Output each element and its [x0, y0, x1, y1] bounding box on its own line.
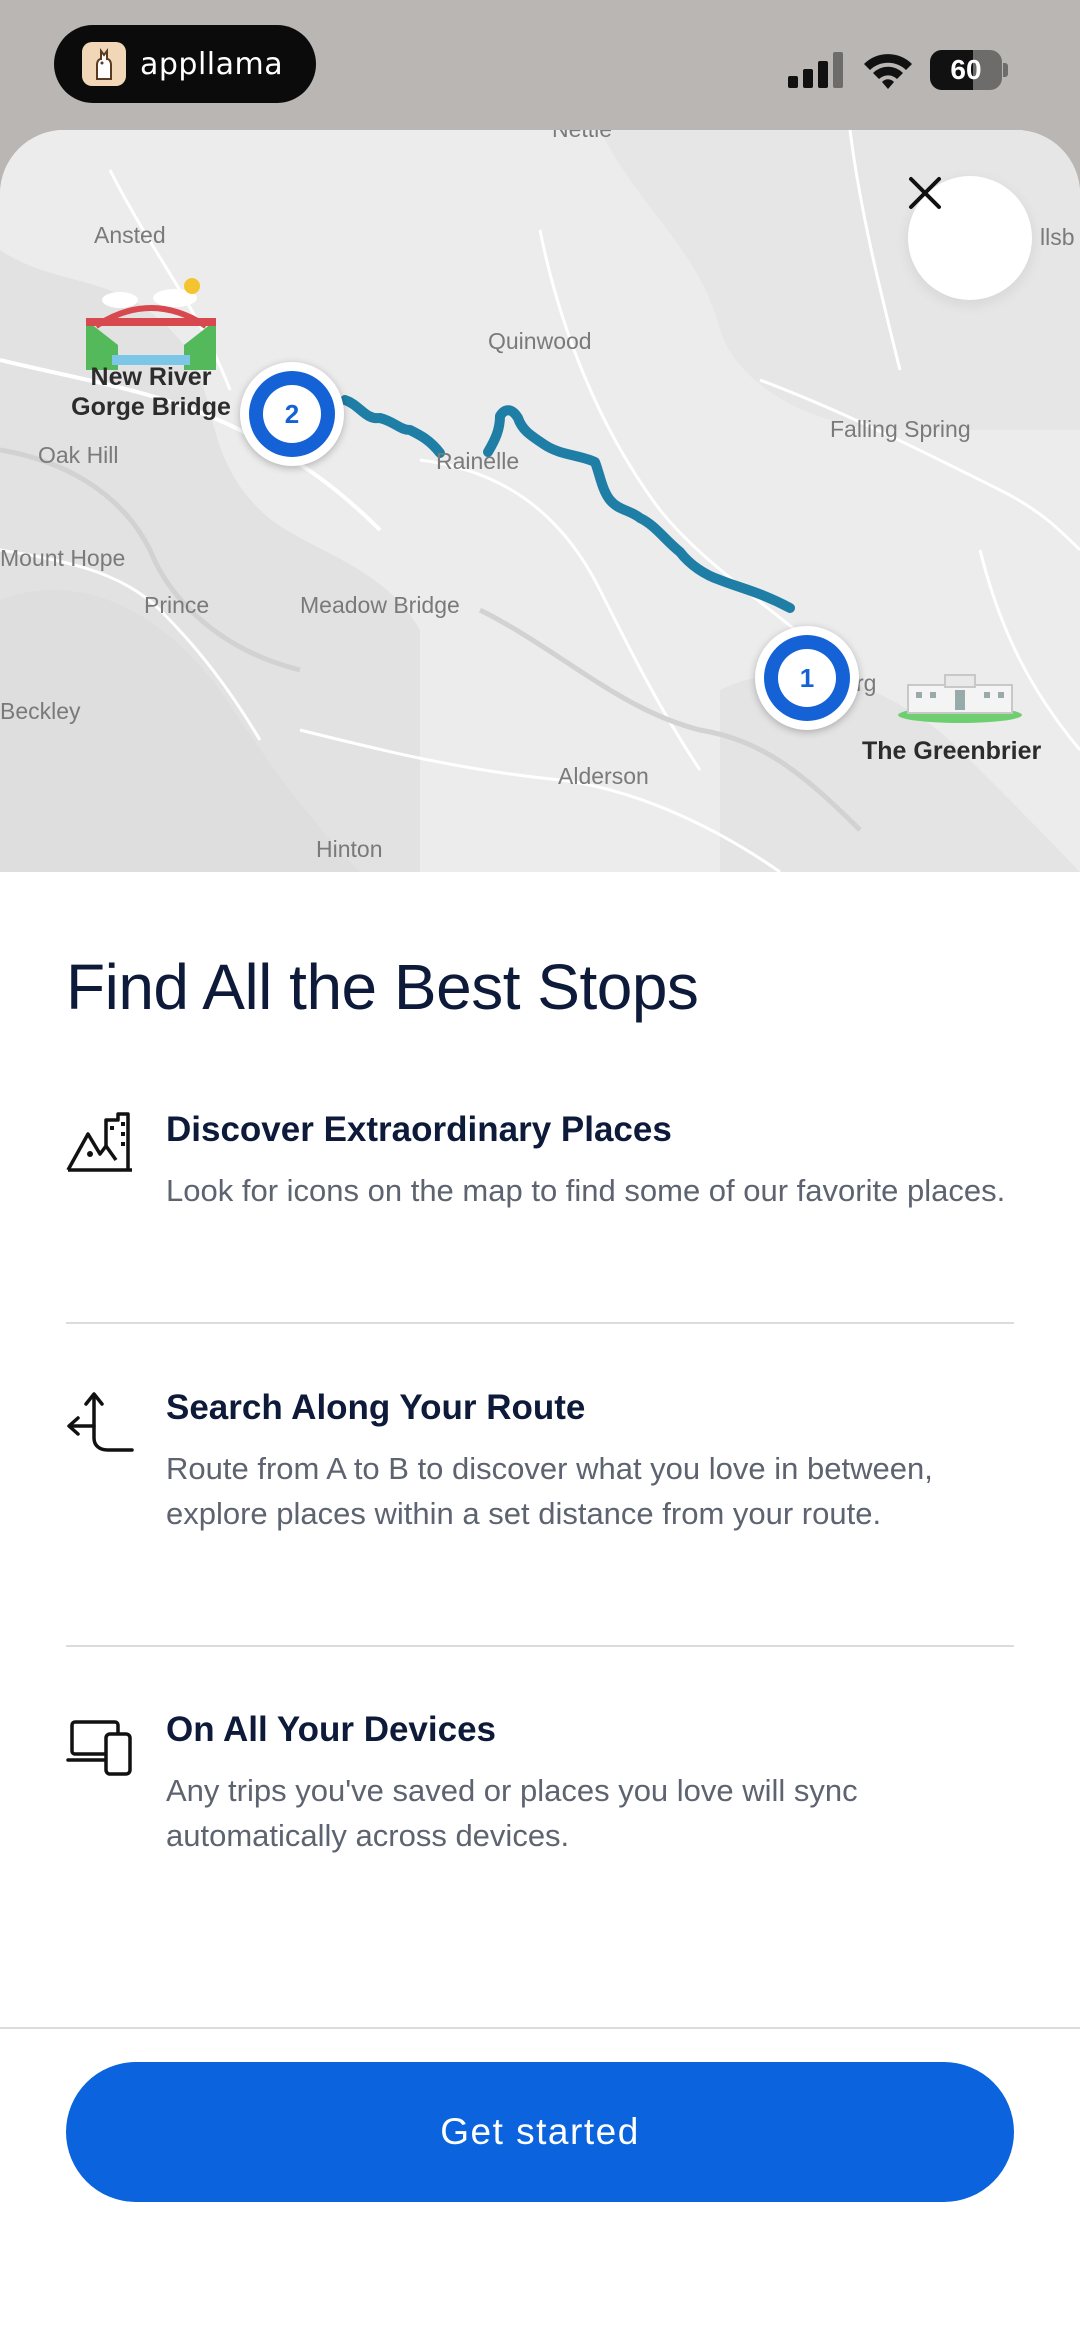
- feature-title: On All Your Devices: [166, 1710, 497, 1749]
- map-label-mount-hope: Mount Hope: [0, 545, 126, 571]
- battery-level: 60: [950, 54, 982, 85]
- onboarding-sheet: Nettie Ansted llsb Quinwood Falling Spri…: [0, 130, 1080, 2336]
- map-preview: Nettie Ansted llsb Quinwood Falling Spri…: [0, 130, 1080, 872]
- map-label-nettie: Nettie: [552, 130, 612, 143]
- map-label-lewisburg: rg: [856, 670, 877, 696]
- feature-discover-places: Discover Extraordinary Places Look for i…: [66, 1110, 1014, 1270]
- app-pill-name: appllama: [140, 46, 284, 82]
- feature-all-devices: On All Your Devices Any trips you've sav…: [66, 1710, 1014, 1870]
- devices-icon: [66, 1720, 132, 1776]
- map-label-ansted: Ansted: [94, 222, 166, 248]
- app-pill: appllama: [54, 25, 316, 103]
- poi-new-river-line1: New River: [90, 363, 212, 391]
- feature-description: Look for icons on the map to find some o…: [166, 1173, 1006, 1208]
- map-label-oak-hill: Oak Hill: [38, 442, 119, 468]
- route-stop-pin-1[interactable]: 1: [755, 626, 859, 730]
- page-title: Find All the Best Stops: [66, 951, 699, 1023]
- get-started-button[interactable]: Get started: [66, 2062, 1014, 2202]
- map-label-falling-spring: Falling Spring: [830, 416, 971, 442]
- feature-description: Route from A to B to discover what you l…: [166, 1451, 933, 1531]
- route-stop-pin-2[interactable]: 2: [240, 362, 344, 466]
- map-label-rainelle: Rainelle: [436, 448, 520, 474]
- battery-icon: 60: [930, 50, 1008, 90]
- map-label-quinwood: Quinwood: [488, 328, 592, 354]
- close-icon: [909, 177, 941, 209]
- poi-new-river-gorge-bridge[interactable]: New River Gorge Bridge: [66, 362, 236, 422]
- status-bar: appllama 60: [0, 0, 1080, 130]
- llama-logo-icon: [82, 42, 126, 86]
- poi-new-river-line2: Gorge Bridge: [71, 393, 231, 421]
- divider: [66, 1322, 1014, 1324]
- feature-description: Any trips you've saved or places you lov…: [166, 1773, 858, 1853]
- map-label-hinton: Hinton: [316, 836, 383, 862]
- route-stop-pin-2-number: 2: [263, 385, 321, 443]
- poi-the-greenbrier[interactable]: The Greenbrier: [862, 736, 1041, 766]
- city-mountain-icon: [66, 1112, 132, 1172]
- route-split-icon: [67, 1392, 134, 1452]
- greenbrier-hotel-illustration-icon: [898, 674, 1022, 723]
- divider: [66, 1645, 1014, 1647]
- feature-title: Discover Extraordinary Places: [166, 1110, 672, 1149]
- cellular-signal-icon: [788, 52, 843, 88]
- map-label-beckley: Beckley: [0, 698, 81, 724]
- map-label-hillsboro: llsb: [1040, 224, 1075, 250]
- wifi-icon: [864, 54, 912, 89]
- close-button[interactable]: [908, 176, 1032, 300]
- route-stop-pin-1-number: 1: [778, 649, 836, 707]
- route-line: [340, 395, 795, 613]
- map-label-alderson: Alderson: [558, 763, 649, 789]
- feature-title: Search Along Your Route: [166, 1388, 586, 1427]
- map-label-meadow-bridge: Meadow Bridge: [300, 592, 460, 618]
- map-label-prince: Prince: [144, 592, 210, 618]
- feature-search-route: Search Along Your Route Route from A to …: [66, 1388, 1014, 1588]
- footer-divider: [0, 2027, 1080, 2029]
